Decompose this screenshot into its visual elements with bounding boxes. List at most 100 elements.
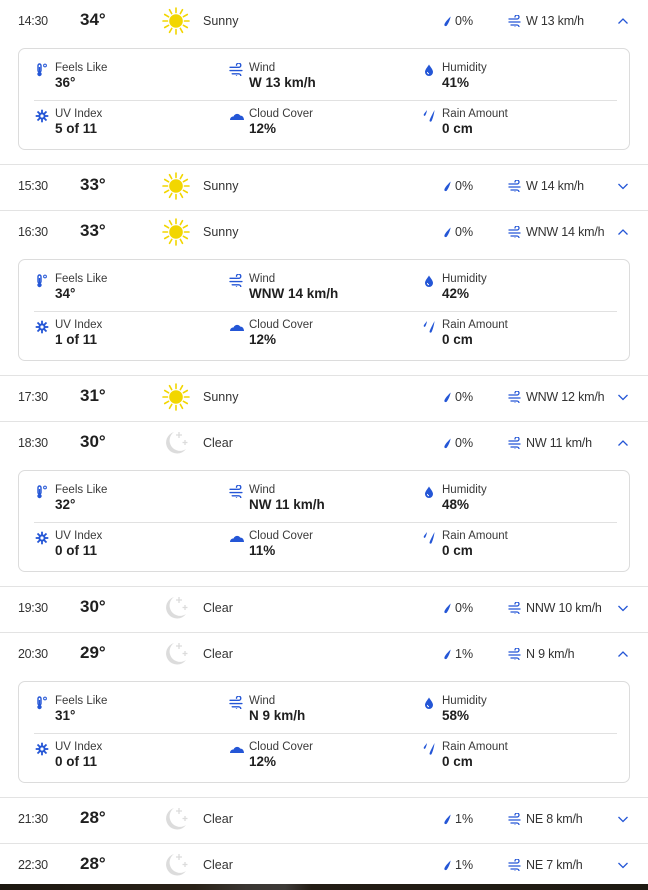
detail-label: Rain Amount: [442, 319, 508, 331]
uv-sun-icon: [35, 109, 49, 123]
chevron-down-icon[interactable]: [616, 390, 630, 404]
hourly-row-header[interactable]: 14:30 34° Sunny 0% W 13 km/h: [0, 0, 648, 44]
hour-temperature: 30°: [80, 432, 106, 451]
moon-icon: [162, 429, 190, 457]
detail-label: Humidity: [442, 484, 487, 496]
wind-summary: NE 8 km/h: [508, 812, 583, 828]
precipitation-value: 0%: [455, 179, 474, 193]
raindrop-icon: [443, 179, 455, 193]
thermometer-icon: [35, 696, 49, 710]
raindrop-icon: [443, 14, 455, 28]
raindrop-icon: [443, 390, 455, 404]
hour-condition: Clear: [203, 601, 233, 615]
hour-time: 20:30: [18, 647, 48, 661]
detail-label: Humidity: [442, 273, 487, 285]
chevron-down-icon[interactable]: [616, 179, 630, 193]
precipitation-value: 0%: [455, 225, 474, 239]
wind-value: NE 7 km/h: [526, 858, 583, 872]
chevron-up-icon[interactable]: [616, 225, 630, 239]
detail-label: Humidity: [442, 695, 487, 707]
precipitation-value: 0%: [455, 14, 474, 28]
detail-value: 12%: [249, 754, 277, 769]
hour-condition: Clear: [203, 858, 233, 872]
hour-condition: Clear: [203, 436, 233, 450]
detail-label: Rain Amount: [442, 530, 508, 542]
cloud-icon: [229, 531, 244, 545]
wind-value: WNW 12 km/h: [526, 390, 605, 404]
chevron-up-icon[interactable]: [616, 647, 630, 661]
chevron-down-icon[interactable]: [616, 858, 630, 872]
precipitation-value: 1%: [455, 647, 474, 661]
hour-details-card: Feels Like 31° Wind N 9 km/h Humidity 58% UV …: [18, 681, 630, 783]
thermometer-icon: [35, 274, 49, 288]
rain-icon: [422, 742, 436, 756]
hour-condition: Sunny: [203, 225, 239, 239]
hourly-row-header[interactable]: 15:30 33° Sunny 0% W 14 km/h: [0, 165, 648, 209]
wind-summary: NW 11 km/h: [508, 436, 592, 452]
wind-value: NE 8 km/h: [526, 812, 583, 826]
uv-sun-icon: [35, 531, 49, 545]
detail-label: Wind: [249, 273, 276, 285]
thermometer-icon: [35, 485, 49, 499]
hour-temperature: 34°: [80, 10, 106, 29]
hour-temperature: 28°: [80, 808, 106, 827]
precipitation-chance: 0%: [443, 14, 473, 28]
hourly-row-header[interactable]: 19:30 30° Clear 0% NNW 10 km/h: [0, 587, 648, 631]
detail-value: N 9 km/h: [249, 708, 306, 723]
precipitation-chance: 0%: [443, 436, 473, 450]
thermometer-icon: [35, 63, 49, 77]
hourly-row: 18:30 30° Clear 0% NW 11 km/h Feels Like 32°…: [0, 422, 648, 587]
detail-label: Rain Amount: [442, 741, 508, 753]
detail-value: 1 of 11: [55, 332, 98, 347]
detail-label: Feels Like: [55, 484, 108, 496]
detail-value: NW 11 km/h: [249, 497, 325, 512]
wind-value: NNW 10 km/h: [526, 601, 602, 615]
details-divider: [34, 522, 617, 523]
uv-sun-icon: [35, 320, 49, 334]
hourly-row-header[interactable]: 21:30 28° Clear 1% NE 8 km/h: [0, 798, 648, 842]
detail-value: 0 cm: [442, 543, 473, 558]
hour-temperature: 28°: [80, 854, 106, 873]
detail-value: 11%: [249, 543, 276, 558]
chevron-down-icon[interactable]: [616, 812, 630, 826]
hourly-row-header[interactable]: 16:30 33° Sunny 0% WNW 14 km/h: [0, 211, 648, 255]
sun-icon: [162, 383, 190, 411]
detail-value: 12%: [249, 332, 277, 347]
detail-label: Wind: [249, 484, 276, 496]
hour-time: 19:30: [18, 601, 48, 615]
hourly-row-header[interactable]: 20:30 29° Clear 1% N 9 km/h: [0, 633, 648, 677]
wind-icon: [508, 14, 526, 30]
chevron-up-icon[interactable]: [616, 436, 630, 450]
hour-details-card: Feels Like 36° Wind W 13 km/h Humidity 41% UV…: [18, 48, 630, 150]
chevron-up-icon[interactable]: [616, 14, 630, 28]
detail-label: Wind: [249, 695, 276, 707]
wind-summary: W 13 km/h: [508, 14, 584, 30]
humidity-drop-icon: [422, 696, 436, 710]
hourly-row-header[interactable]: 17:30 31° Sunny 0% WNW 12 km/h: [0, 376, 648, 420]
wind-icon: [508, 179, 526, 195]
hour-time: 17:30: [18, 390, 48, 404]
detail-value: 12%: [249, 121, 277, 136]
hourly-row: 21:30 28° Clear 1% NE 8 km/h: [0, 798, 648, 844]
detail-label: Feels Like: [55, 273, 108, 285]
detail-label: Cloud Cover: [249, 741, 313, 753]
wind-icon: [229, 273, 243, 290]
moon-icon: [162, 640, 190, 668]
detail-value: 0 of 11: [55, 754, 98, 769]
wind-icon: [508, 647, 526, 663]
raindrop-icon: [443, 647, 455, 661]
hourly-row-header[interactable]: 18:30 30° Clear 0% NW 11 km/h: [0, 422, 648, 466]
hourly-row-header[interactable]: 22:30 28° Clear 1% NE 7 km/h: [0, 844, 648, 888]
chevron-down-icon[interactable]: [616, 601, 630, 615]
wind-icon: [229, 62, 243, 79]
wind-value: N 9 km/h: [526, 647, 575, 661]
wind-icon: [229, 695, 243, 712]
precipitation-chance: 1%: [443, 647, 473, 661]
detail-value: 58%: [442, 708, 470, 723]
detail-value: 0 cm: [442, 121, 473, 136]
detail-value: WNW 14 km/h: [249, 286, 339, 301]
wind-summary: N 9 km/h: [508, 647, 575, 663]
hourly-row: 15:30 33° Sunny 0% W 14 km/h: [0, 165, 648, 211]
wind-summary: NE 7 km/h: [508, 858, 583, 874]
humidity-drop-icon: [422, 63, 436, 77]
